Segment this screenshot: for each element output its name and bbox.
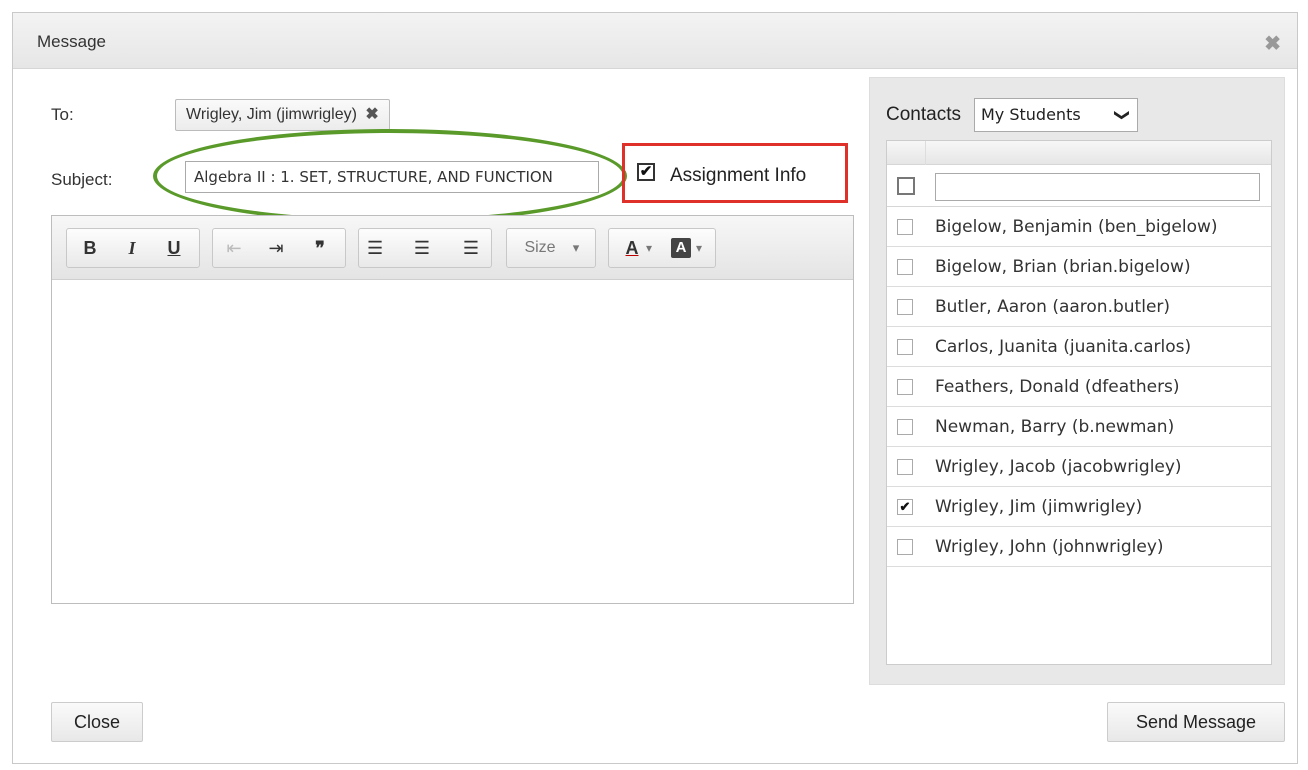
contact-name: Bigelow, Benjamin (ben_bigelow) — [935, 217, 1218, 237]
contact-checkbox[interactable] — [897, 379, 913, 395]
header-divider — [925, 141, 926, 165]
contact-row[interactable]: ✔ Wrigley, Jim (jimwrigley) — [887, 487, 1271, 527]
contact-name: Wrigley, Jim (jimwrigley) — [935, 497, 1143, 517]
blockquote-icon[interactable]: ❞ — [307, 237, 333, 259]
contacts-label: Contacts — [886, 104, 961, 125]
contact-row[interactable]: Bigelow, Benjamin (ben_bigelow) — [887, 207, 1271, 247]
contact-row[interactable]: Wrigley, Jacob (jacobwrigley) — [887, 447, 1271, 487]
contact-name: Newman, Barry (b.newman) — [935, 417, 1175, 437]
text-color-icon[interactable]: A — [621, 237, 643, 259]
size-label: Size — [524, 239, 556, 256]
contact-row[interactable]: Newman, Barry (b.newman) — [887, 407, 1271, 447]
contact-name: Wrigley, Jacob (jacobwrigley) — [935, 457, 1182, 477]
contacts-panel: Contacts My Students ❯ Bigelow, Benjamin… — [869, 77, 1285, 685]
contact-checkbox[interactable] — [897, 299, 913, 315]
contact-checkbox[interactable] — [897, 539, 913, 555]
color-group: A ▾ A ▾ — [608, 228, 716, 268]
subject-input[interactable]: Algebra II : 1. SET, STRUCTURE, AND FUNC… — [185, 161, 599, 193]
recipient-chip-label: Wrigley, Jim (jimwrigley) — [186, 106, 357, 123]
message-dialog: Message ✖ To: Wrigley, Jim (jimwrigley) … — [12, 12, 1298, 764]
contact-name: Bigelow, Brian (brian.bigelow) — [935, 257, 1191, 277]
close-button[interactable]: Close — [51, 702, 143, 742]
select-all-checkbox[interactable] — [897, 177, 915, 195]
editor-toolbar: B I U ⇤ ⇥ ❞ ☰ ☰ ☰ Size ▾ A ▾ A ▾ — [52, 216, 853, 280]
indent-group: ⇤ ⇥ ❞ — [212, 228, 346, 268]
close-icon[interactable]: ✖ — [1264, 31, 1281, 56]
dialog-title: Message — [37, 32, 106, 51]
align-center-icon[interactable]: ☰ — [409, 237, 435, 259]
contact-row[interactable]: Butler, Aaron (aaron.butler) — [887, 287, 1271, 327]
italic-button[interactable]: I — [121, 237, 143, 259]
contacts-list: Bigelow, Benjamin (ben_bigelow) Bigelow, … — [886, 140, 1272, 665]
indent-icon[interactable]: ⇥ — [263, 237, 289, 259]
filter-row — [887, 165, 1271, 207]
contact-row[interactable]: Wrigley, John (johnwrigley) — [887, 527, 1271, 567]
remove-recipient-icon[interactable]: ✖ — [365, 106, 378, 123]
assignment-info-label: Assignment Info — [670, 165, 807, 186]
contact-checkbox[interactable] — [897, 459, 913, 475]
align-group: ☰ ☰ ☰ — [358, 228, 492, 268]
chevron-down-icon: ▾ — [645, 241, 653, 255]
chevron-down-icon: ❯ — [1113, 108, 1132, 122]
message-body-input[interactable] — [52, 280, 853, 603]
contact-name: Butler, Aaron (aaron.butler) — [935, 297, 1171, 317]
contacts-group-value: My Students — [981, 105, 1081, 124]
chevron-down-icon: ▾ — [695, 241, 703, 255]
contact-row[interactable]: Carlos, Juanita (juanita.carlos) — [887, 327, 1271, 367]
contact-checkbox[interactable] — [897, 339, 913, 355]
align-left-icon[interactable]: ☰ — [367, 237, 393, 259]
contact-name: Feathers, Donald (dfeathers) — [935, 377, 1180, 397]
dialog-titlebar: Message ✖ — [13, 13, 1297, 69]
contact-checkbox[interactable]: ✔ — [897, 499, 913, 515]
underline-button[interactable]: U — [163, 237, 185, 259]
contact-checkbox[interactable] — [897, 259, 913, 275]
assignment-info-checkbox[interactable]: ✔ — [637, 163, 655, 181]
contact-row[interactable]: Bigelow, Brian (brian.bigelow) — [887, 247, 1271, 287]
contact-checkbox[interactable] — [897, 419, 913, 435]
recipient-chip[interactable]: Wrigley, Jim (jimwrigley) ✖ — [175, 99, 390, 131]
subject-label: Subject: — [51, 170, 113, 189]
contact-checkbox[interactable] — [897, 219, 913, 235]
size-dropdown[interactable]: Size ▾ — [506, 228, 596, 268]
to-label: To: — [51, 105, 74, 124]
format-group: B I U — [66, 228, 200, 268]
contacts-filter-input[interactable] — [935, 173, 1260, 201]
outdent-icon[interactable]: ⇤ — [221, 237, 247, 259]
bold-button[interactable]: B — [79, 237, 101, 259]
chevron-down-icon: ▾ — [572, 240, 580, 255]
contact-name: Carlos, Juanita (juanita.carlos) — [935, 337, 1192, 357]
contacts-group-select[interactable]: My Students ❯ — [974, 98, 1138, 132]
send-message-button[interactable]: Send Message — [1107, 702, 1285, 742]
background-color-icon[interactable]: A — [671, 238, 691, 258]
contact-row[interactable]: Feathers, Donald (dfeathers) — [887, 367, 1271, 407]
list-header — [887, 141, 1271, 165]
align-right-icon[interactable]: ☰ — [453, 237, 479, 259]
rich-text-editor: B I U ⇤ ⇥ ❞ ☰ ☰ ☰ Size ▾ A ▾ A ▾ — [51, 215, 854, 604]
contact-name: Wrigley, John (johnwrigley) — [935, 537, 1164, 557]
